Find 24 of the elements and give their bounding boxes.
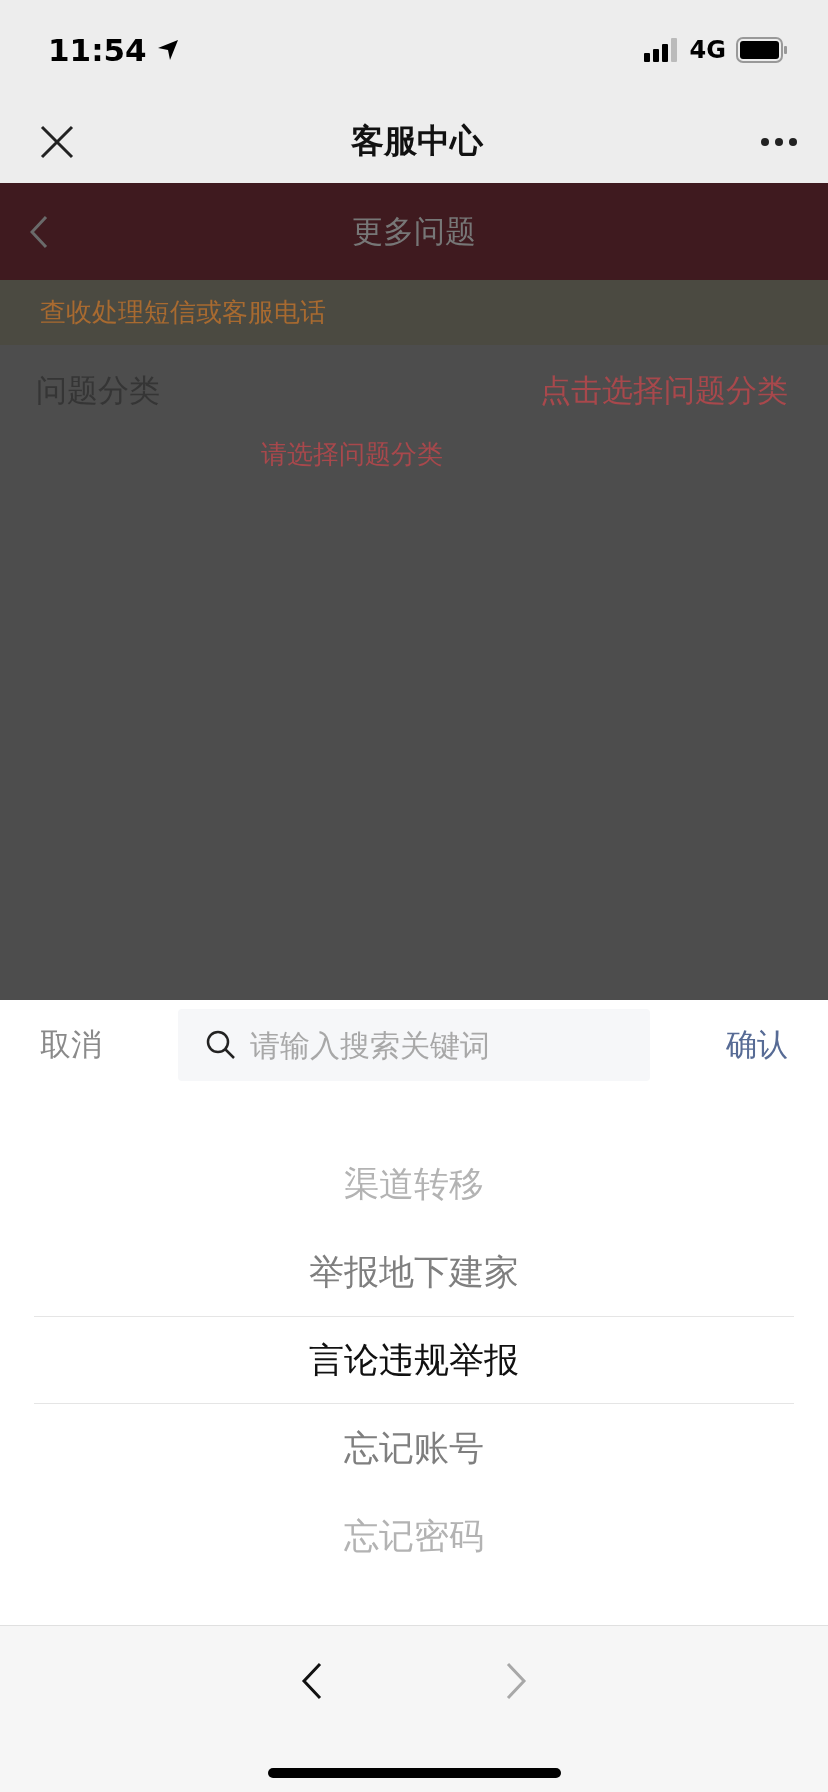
picker-option[interactable]: 举报地下建家 (34, 1228, 794, 1316)
notice-text: 查收处理短信或客服电话 (40, 296, 326, 329)
chevron-right-icon (505, 1662, 527, 1700)
battery-icon (736, 37, 788, 63)
back-icon[interactable] (30, 214, 48, 249)
network-label: 4G (689, 36, 726, 64)
search-field[interactable]: 请输入搜索关键词 (178, 1009, 650, 1081)
cancel-button[interactable]: 取消 (40, 1024, 102, 1066)
search-input[interactable]: 请输入搜索关键词 (250, 1027, 650, 1063)
chevron-left-icon (301, 1662, 323, 1700)
picker-option[interactable]: 言论违规举报 (34, 1316, 794, 1404)
search-icon (206, 1030, 236, 1060)
close-icon[interactable] (40, 124, 74, 159)
nav-title: 客服中心 (351, 120, 483, 162)
page-title: 更多问题 (352, 211, 476, 251)
signal-icon (643, 38, 680, 62)
status-time: 11:54 (48, 32, 147, 68)
more-icon[interactable] (760, 136, 798, 147)
error-message: 请选择问题分类 (261, 438, 443, 471)
picker-option[interactable]: 忘记账号 (34, 1404, 794, 1492)
picker-option[interactable]: 渠道转移 (34, 1140, 794, 1228)
location-arrow-icon (156, 39, 179, 61)
picker-option[interactable]: 忘记密码 (34, 1492, 794, 1580)
confirm-button[interactable]: 确认 (726, 1024, 788, 1066)
